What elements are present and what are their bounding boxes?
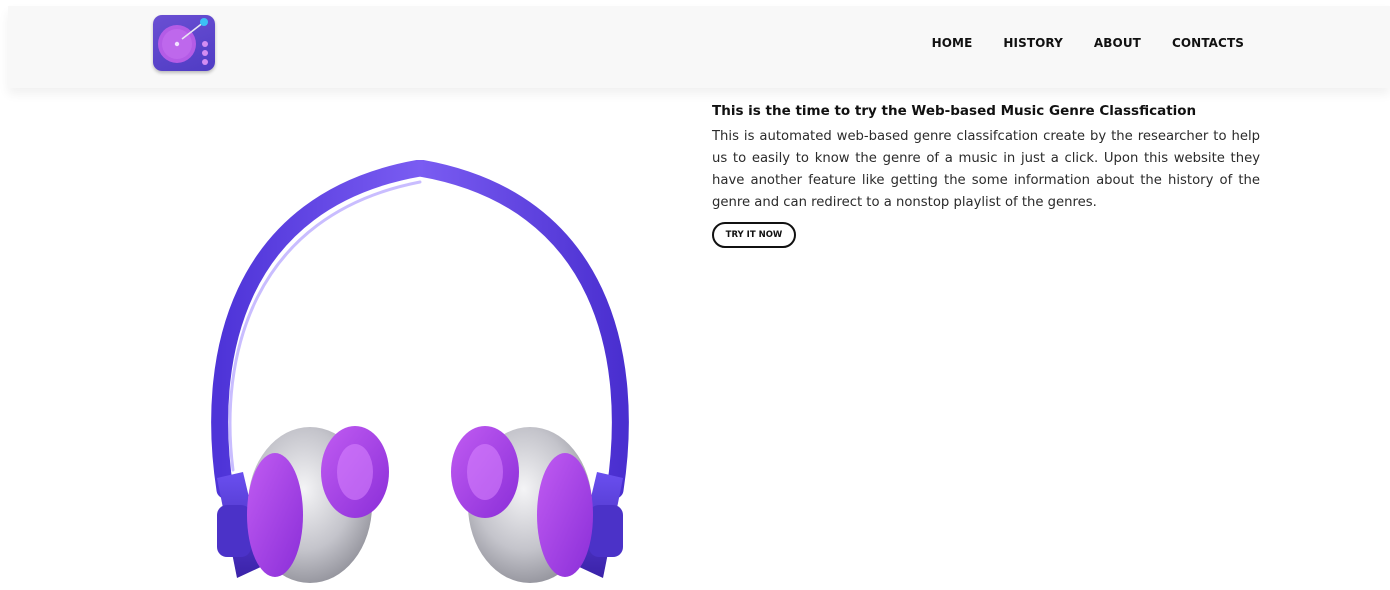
turntable-icon[interactable] [153, 15, 215, 71]
nav-links: HOME HISTORY ABOUT CONTACTS [932, 36, 1244, 50]
hero-headline: This is the time to try the Web-based Mu… [712, 103, 1197, 119]
headphones-image [195, 159, 645, 590]
nav-history-link[interactable]: HISTORY [1003, 36, 1063, 50]
hero-description: This is automated web-based genre classi… [712, 129, 1260, 210]
navbar: HOME HISTORY ABOUT CONTACTS [8, 6, 1390, 88]
nav-home-link[interactable]: HOME [932, 36, 973, 50]
try-it-now-button[interactable]: TRY IT NOW [712, 222, 796, 248]
page: HOME HISTORY ABOUT CONTACTS This is the … [0, 0, 1390, 590]
nav-contacts-link[interactable]: CONTACTS [1172, 36, 1244, 50]
hero-content: This is the time to try the Web-based Mu… [712, 103, 1260, 248]
nav-about-link[interactable]: ABOUT [1094, 36, 1141, 50]
